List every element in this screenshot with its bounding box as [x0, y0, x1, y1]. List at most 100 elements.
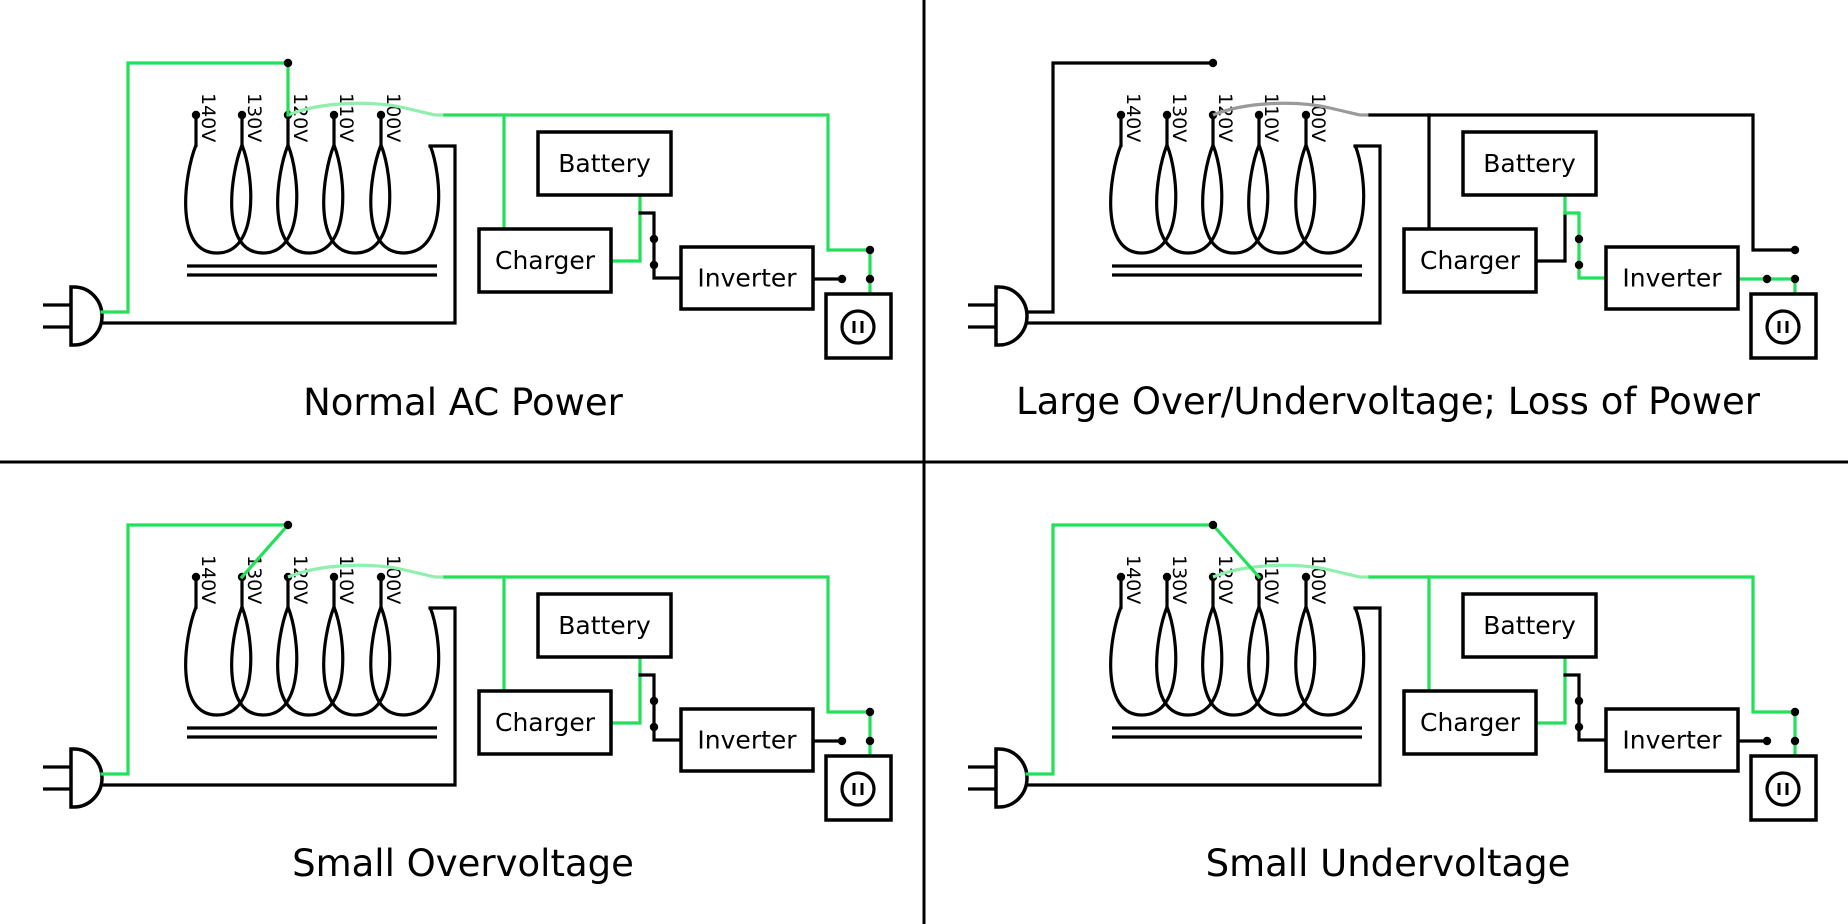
selector-pivot-dot	[283, 58, 293, 68]
tap-label: 100V	[1307, 93, 1329, 142]
panel-title: Normal AC Power	[303, 381, 624, 424]
tap-label: 140V	[1122, 555, 1144, 604]
selector-pivot-dot	[283, 520, 293, 530]
transfer-contact-dot	[865, 736, 875, 746]
relay-contact-dot	[649, 234, 659, 244]
neutral-return-wire	[1025, 606, 1382, 787]
charger-block: Charger	[1402, 227, 1538, 294]
panel-title: Large Over/Undervoltage; Loss of Power	[1016, 380, 1761, 423]
tap-130v: 130V	[1162, 555, 1190, 609]
battery-label: Battery	[558, 149, 651, 178]
inverter-label: Inverter	[1622, 264, 1722, 293]
transfer-contact-dot	[1790, 707, 1800, 717]
transfer-contact-dot	[1762, 274, 1772, 284]
transfer-contact-dot	[865, 707, 875, 717]
transformer-winding	[1109, 602, 1366, 717]
relay-contact-dot	[1574, 260, 1584, 270]
panel-small-undervoltage: 140V 130V 120V 110V 100V Battery Charger Invert…	[968, 520, 1818, 885]
autotransformer	[1109, 140, 1366, 277]
battery-inverter-wire	[1563, 193, 1608, 280]
transfer-contact-dot	[1790, 274, 1800, 284]
autotransformer	[184, 602, 441, 739]
tap-label: 110V	[335, 93, 357, 142]
panel-small-overvoltage: 140V 130V 120V 110V 100V Battery Charger Invert…	[43, 520, 893, 885]
tap-130v: 130V	[237, 555, 265, 609]
tap-140v: 140V	[1116, 555, 1144, 609]
autotransformer	[1109, 602, 1366, 739]
inverter-block: Inverter	[1604, 245, 1740, 311]
power-outlet	[824, 754, 893, 822]
ups-diagram: 140V 130V 120V 110V 100V Battery Charger Invert…	[0, 0, 1848, 924]
tap-label: 110V	[1260, 93, 1282, 142]
ac-plug	[43, 285, 104, 347]
relay-contact-dot	[649, 260, 659, 270]
relay-contact-dot	[649, 722, 659, 732]
transfer-contact-dot	[865, 245, 875, 255]
tap-100v: 100V	[1301, 93, 1329, 147]
ac-plug	[968, 747, 1029, 809]
transfer-contact-dot	[1790, 736, 1800, 746]
neutral-return-wire	[100, 606, 457, 787]
ac-plug	[968, 285, 1029, 347]
tap-label: 100V	[382, 93, 404, 142]
power-outlet	[824, 292, 893, 360]
battery-label: Battery	[1483, 149, 1576, 178]
outlet-box	[1749, 754, 1818, 822]
transformer-winding	[1109, 140, 1366, 255]
outlet-box	[1749, 292, 1818, 360]
ac-plug	[43, 747, 104, 809]
panel-title: Small Undervoltage	[1206, 842, 1571, 885]
tap-130v: 130V	[237, 93, 265, 147]
charger-battery-wire	[1534, 211, 1567, 263]
tap-label: 110V	[1260, 555, 1282, 604]
tap-110v: 110V	[329, 555, 357, 609]
panel-title: Small Overvoltage	[292, 842, 634, 885]
panel-normal-ac-power: 140V 130V 120V 110V 100V Battery Charger Invert…	[43, 58, 893, 424]
plug-body	[69, 285, 104, 347]
plug-body	[994, 285, 1029, 347]
battery-inverter-wire	[638, 673, 683, 742]
tap-130v: 130V	[1162, 93, 1190, 147]
tap-label: 120V	[289, 93, 311, 142]
tap-label: 130V	[1168, 555, 1190, 604]
transformer-winding	[184, 140, 441, 255]
transformer-winding	[184, 602, 441, 717]
charger-battery-wire	[1534, 655, 1567, 725]
tap-label: 120V	[1214, 555, 1236, 604]
battery-inverter-wire	[1563, 673, 1608, 742]
tap-label: 130V	[1168, 93, 1190, 142]
selector-pivot-dot	[1208, 520, 1218, 530]
transfer-contact-dot	[837, 736, 847, 746]
inverter-block: Inverter	[1604, 707, 1740, 773]
tap-100v: 100V	[376, 93, 404, 147]
tap-140v: 140V	[1116, 93, 1144, 147]
inverter-label: Inverter	[1622, 726, 1722, 755]
tap-label: 140V	[1122, 93, 1144, 142]
battery-block: Battery	[536, 592, 673, 659]
inverter-label: Inverter	[697, 726, 797, 755]
inverter-block: Inverter	[679, 707, 815, 773]
battery-block: Battery	[1461, 130, 1598, 197]
tap-label: 140V	[197, 93, 219, 142]
tap-label: 130V	[243, 93, 265, 142]
relay-contact-dot	[649, 696, 659, 706]
selector-pivot-dot	[1208, 58, 1218, 68]
power-outlet	[1749, 754, 1818, 822]
charger-block: Charger	[477, 227, 613, 294]
relay-contact-dot	[1574, 696, 1584, 706]
charger-label: Charger	[1420, 708, 1521, 737]
tap-100v: 100V	[376, 555, 404, 609]
battery-block: Battery	[1461, 592, 1598, 659]
transfer-contact-dot	[1790, 245, 1800, 255]
transfer-contact-dot	[865, 274, 875, 284]
neutral-return-wire	[1025, 144, 1382, 325]
charger-label: Charger	[1420, 246, 1521, 275]
tap-label: 140V	[197, 555, 219, 604]
tap-label: 100V	[382, 555, 404, 604]
battery-label: Battery	[558, 611, 651, 640]
tap-110v: 110V	[1254, 93, 1282, 147]
outlet-box	[824, 292, 893, 360]
plug-body	[994, 747, 1029, 809]
tap-120v: 120V	[283, 555, 311, 609]
transfer-contact-dot	[837, 274, 847, 284]
